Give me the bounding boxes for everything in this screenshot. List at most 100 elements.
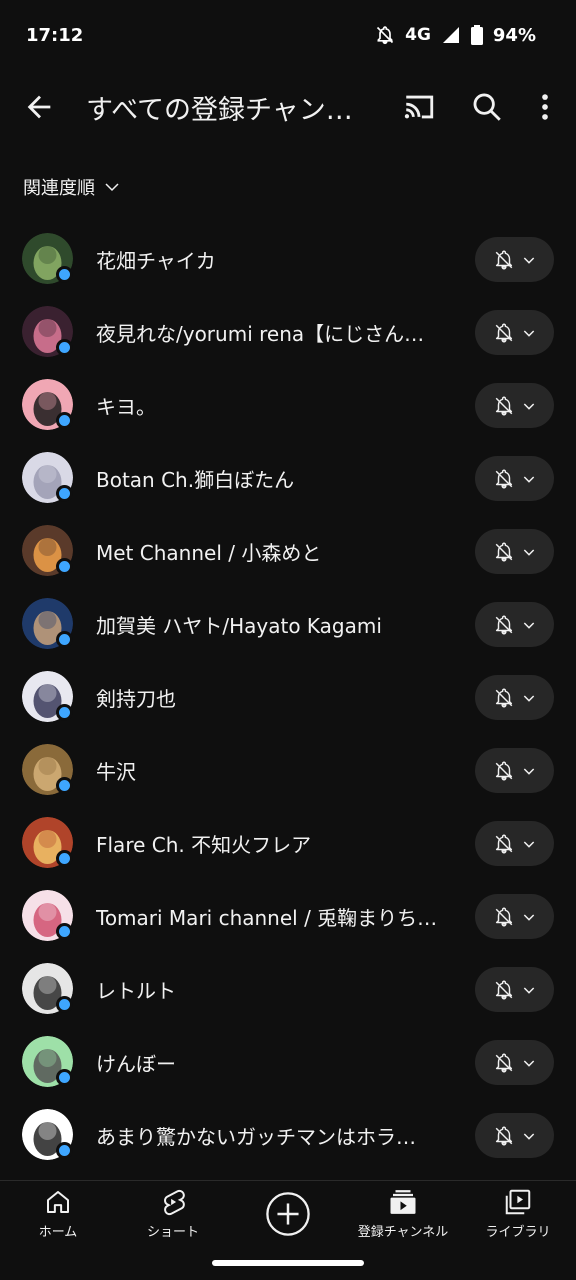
bell-off-icon	[495, 542, 512, 561]
chevron-down-icon	[523, 840, 534, 848]
channel-row[interactable]: 花畑チャイカ	[0, 222, 576, 295]
nav-home[interactable]: ホーム	[3, 1187, 113, 1247]
bell-off-icon	[495, 834, 512, 853]
chevron-down-icon	[523, 913, 534, 921]
sort-dropdown[interactable]: 関連度順	[23, 172, 121, 202]
channel-row[interactable]: Flare Ch. 不知火フレア	[0, 806, 576, 879]
chevron-down-icon	[523, 329, 534, 337]
notification-setting-button[interactable]	[475, 529, 554, 574]
channel-name: レトルト	[96, 979, 176, 1003]
chevron-down-icon	[523, 475, 534, 483]
network-type: 4G	[405, 25, 431, 45]
channel-row[interactable]: Met Channel / 小森めと	[0, 514, 576, 587]
channel-name: 牛沢	[96, 760, 136, 784]
channel-name: 花畑チャイカ	[96, 249, 216, 273]
new-content-dot	[56, 1069, 73, 1086]
battery-icon	[470, 25, 483, 45]
channel-row[interactable]: レトルト	[0, 952, 576, 1025]
bell-off-icon	[495, 323, 512, 342]
more-options-icon[interactable]	[530, 90, 560, 124]
notifications-off-icon	[377, 26, 394, 45]
nav-home-label: ホーム	[38, 1225, 78, 1240]
bell-off-icon	[495, 396, 512, 415]
nav-library-label: ライブラリ	[485, 1225, 551, 1240]
channel-row[interactable]: 剣持刀也	[0, 660, 576, 733]
notification-setting-button[interactable]	[475, 1040, 554, 1085]
channel-name: けんぼー	[96, 1052, 176, 1076]
channel-name: Flare Ch. 不知火フレア	[96, 833, 312, 857]
channel-row[interactable]: けんぼー	[0, 1025, 576, 1098]
home-icon	[47, 1191, 69, 1213]
channel-name: 夜見れな/yorumi rena【にじさん…	[96, 322, 425, 346]
new-content-dot	[56, 339, 73, 356]
channel-row[interactable]: キヨ。	[0, 368, 576, 441]
new-content-dot	[56, 923, 73, 940]
new-content-dot	[56, 850, 73, 867]
create-plus-icon[interactable]	[265, 1191, 311, 1237]
page-title: すべての登録チャン…	[86, 95, 353, 126]
battery-level: 94%	[492, 24, 536, 46]
new-content-dot	[56, 1142, 73, 1159]
chevron-down-icon	[523, 621, 534, 629]
channel-row[interactable]: あまり驚かないガッチマンはホラ…	[0, 1098, 576, 1171]
search-icon[interactable]	[470, 90, 504, 124]
new-content-dot	[56, 777, 73, 794]
chevron-down-icon	[523, 694, 534, 702]
channel-name: Tomari Mari channel / 兎鞠まりち…	[96, 906, 438, 930]
library-icon	[505, 1189, 531, 1215]
channel-name: 剣持刀也	[96, 687, 176, 711]
cast-icon[interactable]	[402, 90, 436, 124]
notification-setting-button[interactable]	[475, 383, 554, 428]
chevron-down-icon	[523, 1059, 534, 1067]
channel-name: あまり驚かないガッチマンはホラ…	[96, 1125, 416, 1149]
notification-setting-button[interactable]	[475, 310, 554, 355]
channel-row[interactable]: 夜見れな/yorumi rena【にじさん…	[0, 295, 576, 368]
bell-off-icon	[495, 1053, 512, 1072]
signal-icon	[442, 27, 459, 43]
nav-library[interactable]: ライブラリ	[463, 1187, 573, 1247]
notification-setting-button[interactable]	[475, 456, 554, 501]
status-icons: 4G 94%	[375, 25, 536, 46]
notification-setting-button[interactable]	[475, 748, 554, 793]
home-indicator	[212, 1260, 364, 1266]
channel-row[interactable]: 加賀美 ハヤト/Hayato Kagami	[0, 587, 576, 660]
notification-setting-button[interactable]	[475, 894, 554, 939]
app-bar: すべての登録チャン…	[0, 70, 576, 140]
channel-name: 加賀美 ハヤト/Hayato Kagami	[96, 614, 382, 638]
bell-off-icon	[495, 761, 512, 780]
channel-row[interactable]: Tomari Mari channel / 兎鞠まりち…	[0, 879, 576, 952]
bell-off-icon	[495, 1126, 512, 1145]
nav-subscriptions-label: 登録チャンネル	[357, 1225, 449, 1240]
nav-shorts[interactable]: ショート	[118, 1187, 228, 1247]
chevron-down-icon	[523, 402, 534, 410]
channel-name: Met Channel / 小森めと	[96, 541, 322, 565]
chevron-down-icon	[523, 256, 534, 264]
bell-off-icon	[495, 980, 512, 999]
bell-off-icon	[495, 469, 512, 488]
notification-setting-button[interactable]	[475, 821, 554, 866]
shorts-icon	[164, 1189, 185, 1216]
channel-name: キヨ。	[96, 395, 156, 419]
nav-subscriptions[interactable]: 登録チャンネル	[348, 1187, 458, 1247]
new-content-dot	[56, 996, 73, 1013]
channel-row[interactable]: Botan Ch.獅白ぼたん	[0, 441, 576, 514]
subscriptions-icon	[390, 1190, 416, 1214]
back-arrow-icon[interactable]	[22, 90, 56, 124]
sort-label: 関連度順	[23, 178, 95, 199]
channel-row[interactable]: 牛沢	[0, 733, 576, 806]
chevron-down-icon	[523, 1132, 534, 1140]
status-bar: 17:12 4G 94%	[0, 0, 576, 70]
notification-setting-button[interactable]	[475, 602, 554, 647]
nav-shorts-label: ショート	[146, 1225, 199, 1240]
notification-setting-button[interactable]	[475, 1113, 554, 1158]
new-content-dot	[56, 704, 73, 721]
notification-setting-button[interactable]	[475, 675, 554, 720]
new-content-dot	[56, 412, 73, 429]
notification-setting-button[interactable]	[475, 237, 554, 282]
bell-off-icon	[495, 907, 512, 926]
new-content-dot	[56, 558, 73, 575]
new-content-dot	[56, 485, 73, 502]
new-content-dot	[56, 631, 73, 648]
chevron-down-icon	[523, 767, 534, 775]
notification-setting-button[interactable]	[475, 967, 554, 1012]
